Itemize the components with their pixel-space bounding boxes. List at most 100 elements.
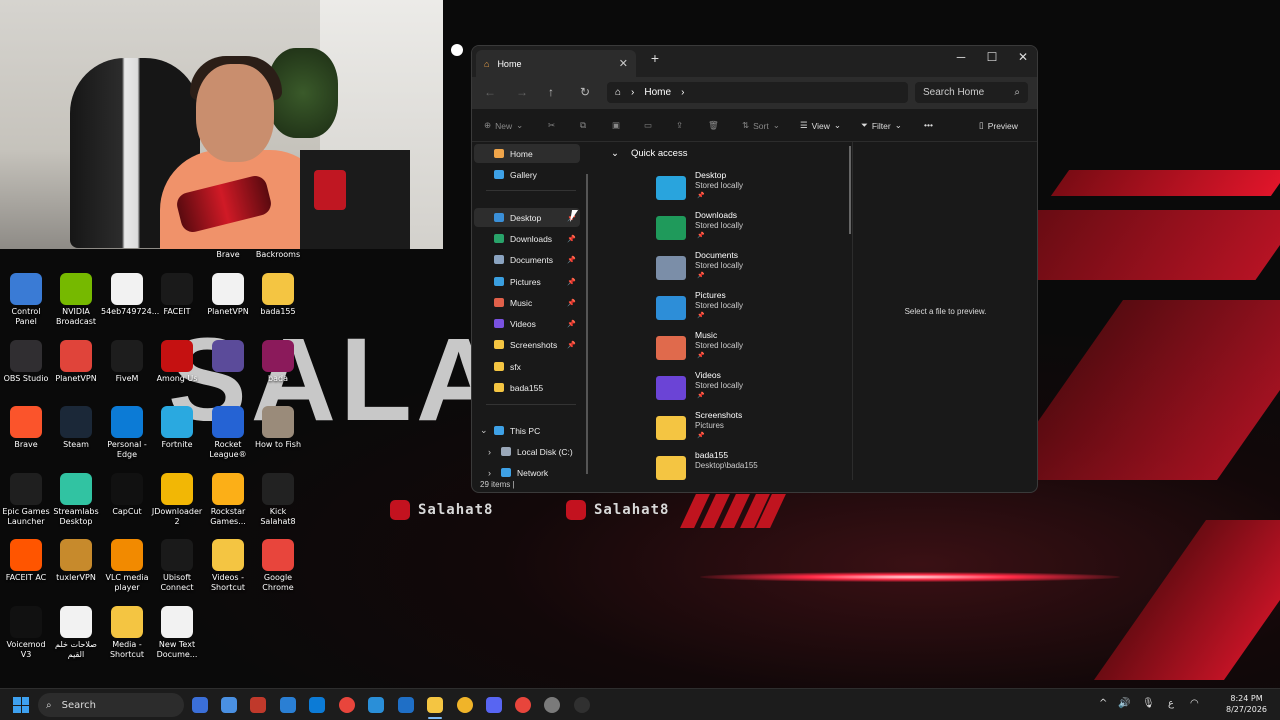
desktop-icon[interactable]: Rockstar Games...: [202, 473, 254, 527]
desktop-icon[interactable]: 54eb749724...: [101, 273, 159, 317]
quick-access-item[interactable]: Downloads Stored locally 📌: [656, 210, 836, 248]
chrome-icon[interactable]: [339, 697, 355, 713]
sidebar-item-sfx[interactable]: sfx: [474, 357, 580, 376]
desktop-icon[interactable]: FACEIT AC: [0, 539, 52, 583]
sidebar-item-gallery[interactable]: Gallery: [474, 165, 580, 184]
messenger-icon[interactable]: [486, 697, 502, 713]
desktop-icon[interactable]: Google Chrome: [252, 539, 304, 593]
new-tab-button[interactable]: +: [640, 50, 670, 66]
desktop-icon[interactable]: Epic Games Launcher: [0, 473, 52, 527]
desktop-icon[interactable]: Personal - Edge: [101, 406, 153, 460]
desktop-icon[interactable]: VLC media player: [101, 539, 153, 593]
more-options-button[interactable]: •••: [924, 120, 933, 130]
desktop-icon[interactable]: New Text Docume...: [151, 606, 203, 660]
language-indicator[interactable]: ع: [1168, 698, 1174, 709]
pin-icon[interactable]: 📌: [567, 278, 576, 286]
desktop-icon[interactable]: OBS Studio: [0, 340, 52, 384]
close-button[interactable]: ✕: [1008, 50, 1037, 64]
chevron-right-icon[interactable]: ›: [488, 468, 491, 478]
desktop-icon[interactable]: PlanetVPN: [50, 340, 102, 384]
notepad-icon[interactable]: [368, 697, 384, 713]
desktop-icon[interactable]: tuxlerVPN: [50, 539, 102, 583]
delete-button[interactable]: 🗑: [708, 120, 719, 131]
pin-icon[interactable]: 📌: [567, 320, 576, 328]
view-button[interactable]: ☰ View ⌄: [800, 120, 841, 131]
discord-icon[interactable]: [457, 697, 473, 713]
pin-icon[interactable]: 📌: [567, 299, 576, 307]
minimize-button[interactable]: ─: [946, 50, 976, 64]
desktop-icon[interactable]: Brave: [0, 406, 52, 450]
tab-home[interactable]: ⌂ Home ✕: [476, 50, 636, 77]
sidebar-item-music[interactable]: Music 📌: [474, 293, 580, 312]
sidebar-item-screenshots[interactable]: Screenshots 📌: [474, 335, 580, 354]
desktop-icon[interactable]: Kick Salahat8: [252, 473, 304, 527]
sidebar-item-this-pc[interactable]: ⌄ This PC: [474, 421, 580, 440]
desktop-icon[interactable]: bada: [252, 340, 304, 384]
desktop-icon[interactable]: صلاحات خلم القيم: [50, 606, 102, 660]
desktop-icon[interactable]: FACEIT: [151, 273, 203, 317]
sidebar-item-downloads[interactable]: Downloads 📌: [474, 229, 580, 248]
desktop-icon[interactable]: Streamlabs Desktop: [50, 473, 102, 527]
chrome-icon[interactable]: [515, 697, 531, 713]
desktop-icon[interactable]: NVIDIA Broadcast: [50, 273, 102, 327]
up-button[interactable]: ↑: [548, 85, 554, 99]
wifi-icon[interactable]: ◠: [1190, 698, 1199, 709]
news-icon[interactable]: [250, 697, 266, 713]
microphone-icon[interactable]: 🎙: [1142, 698, 1155, 709]
quick-access-item[interactable]: Pictures Stored locally 📌: [656, 290, 836, 328]
sidebar-item-videos[interactable]: Videos 📌: [474, 314, 580, 333]
sidebar-scrollbar[interactable]: [586, 174, 588, 474]
sidebar-item-desktop[interactable]: Desktop 📌: [474, 208, 580, 227]
quick-access-header[interactable]: ⌄ Quick access: [611, 148, 687, 159]
copy-button[interactable]: ⧉: [580, 120, 586, 131]
file-explorer-icon[interactable]: [427, 697, 443, 713]
quick-access-item[interactable]: Screenshots Pictures 📌: [656, 410, 836, 448]
sidebar-item-pictures[interactable]: Pictures 📌: [474, 272, 580, 291]
quick-access-item[interactable]: Documents Stored locally 📌: [656, 250, 836, 288]
chevron-down-icon[interactable]: ⌄: [480, 425, 488, 436]
volume-icon[interactable]: 🔊: [1118, 698, 1130, 709]
desktop-icon[interactable]: JDownloader 2: [151, 473, 203, 527]
desktop-icon[interactable]: Control Panel: [0, 273, 52, 327]
sidebar-item-local-disk-c[interactable]: › Local Disk (C:): [474, 442, 580, 461]
content-scrollbar[interactable]: [849, 146, 851, 234]
desktop-icon[interactable]: bada155: [252, 273, 304, 317]
desktop-icon[interactable]: Voicemod V3: [0, 606, 52, 660]
store-icon[interactable]: [280, 697, 296, 713]
quick-access-item[interactable]: Desktop Stored locally 📌: [656, 170, 836, 208]
back-button[interactable]: ←: [484, 85, 496, 99]
pin-icon[interactable]: 📌: [567, 235, 576, 243]
copilot-icon[interactable]: [221, 697, 237, 713]
desktop-icon[interactable]: Media - Shortcut: [101, 606, 153, 660]
desktop-icon[interactable]: Videos - Shortcut: [202, 539, 254, 593]
desktop-icon[interactable]: Fortnite: [151, 406, 203, 450]
chevron-down-icon[interactable]: ⌄: [611, 148, 619, 159]
search-input[interactable]: Search Home ⌕: [915, 82, 1028, 103]
desktop-icon[interactable]: Ubisoft Connect: [151, 539, 203, 593]
share-button[interactable]: ⇪: [676, 120, 683, 131]
close-tab-icon[interactable]: ✕: [619, 57, 628, 70]
address-bar[interactable]: ⌂ › Home ›: [607, 82, 908, 103]
desktop-icon[interactable]: FiveM: [101, 340, 153, 384]
desktop-icon[interactable]: Rocket League®: [202, 406, 254, 460]
quick-access-item[interactable]: Videos Stored locally 📌: [656, 370, 836, 408]
chevron-right-icon[interactable]: ›: [488, 447, 491, 457]
photos-icon[interactable]: [398, 697, 414, 713]
sort-button[interactable]: ⇅ Sort ⌄: [742, 120, 780, 131]
clock[interactable]: 8:24 PM 8/27/2026: [1226, 693, 1267, 715]
desktop-icon[interactable]: [202, 340, 254, 374]
desktop-icon[interactable]: CapCut: [101, 473, 153, 517]
edge-icon[interactable]: [309, 697, 325, 713]
taskbar-search[interactable]: ⌕ Search: [38, 693, 184, 717]
refresh-button[interactable]: ↻: [580, 85, 590, 99]
show-hidden-icons[interactable]: ^: [1099, 698, 1107, 709]
widgets-icon[interactable]: [192, 697, 208, 713]
sidebar-item-bada155[interactable]: bada155: [474, 378, 580, 397]
breadcrumb-home[interactable]: Home: [644, 87, 671, 98]
forward-button[interactable]: →: [516, 85, 528, 99]
new-button[interactable]: ⊕ New ⌄: [484, 120, 523, 131]
desktop-icon[interactable]: PlanetVPN: [202, 273, 254, 317]
sidebar-item-home[interactable]: Home: [474, 144, 580, 163]
preview-button[interactable]: ▯ Preview: [979, 120, 1018, 131]
cut-button[interactable]: ✂: [548, 120, 555, 131]
